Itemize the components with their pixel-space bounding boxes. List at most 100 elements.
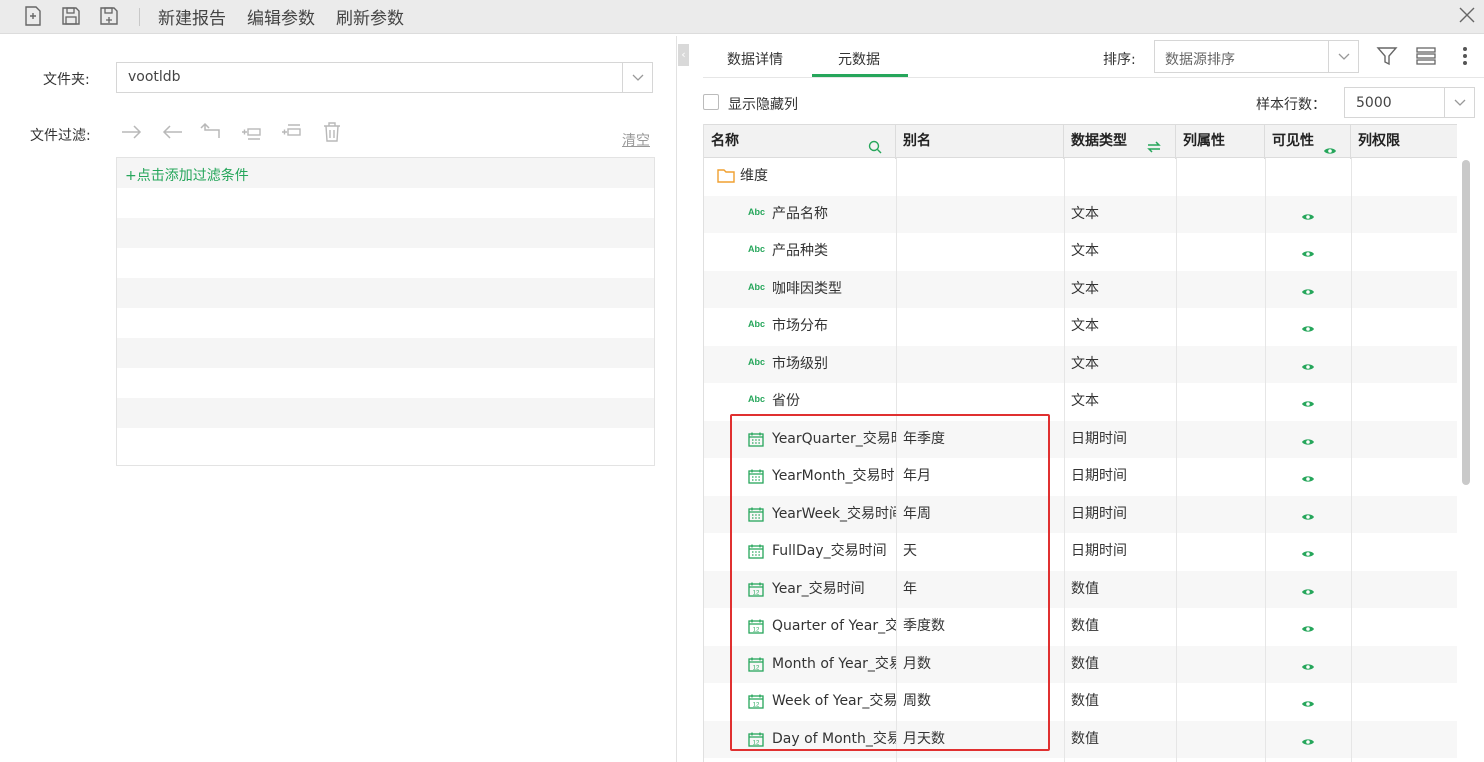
eye-icon[interactable]	[1301, 360, 1315, 370]
table-row[interactable]: YearQuarter_交易时 年季度 日期时间	[704, 420, 1457, 459]
more-menu-icon[interactable]	[1458, 45, 1472, 67]
field-alias[interactable]	[903, 196, 1063, 234]
eye-icon[interactable]	[1301, 697, 1315, 707]
eye-icon[interactable]	[1301, 510, 1315, 520]
field-data-type[interactable]: 文本	[1071, 196, 1175, 234]
eye-icon[interactable]	[1301, 397, 1315, 407]
filter-funnel-icon[interactable]	[1376, 45, 1398, 67]
field-data-type[interactable]: 日期时间	[1071, 421, 1175, 459]
field-data-type[interactable]: 数值	[1071, 608, 1175, 646]
table-row[interactable]: FullDay_交易时间天日期时间	[704, 533, 1457, 571]
field-alias[interactable]	[903, 383, 1063, 421]
table-row[interactable]: Abc 产品名称 文本	[704, 195, 1457, 234]
eye-icon[interactable]	[1301, 660, 1315, 670]
table-row[interactable]: Abc 省份 文本	[704, 383, 1457, 421]
chevron-down-icon[interactable]	[1328, 41, 1358, 72]
eye-icon[interactable]	[1301, 622, 1315, 632]
eye-icon[interactable]	[1301, 735, 1315, 745]
filter-list[interactable]: +点击添加过滤条件	[116, 157, 655, 466]
insert-below-icon[interactable]	[280, 120, 304, 144]
field-alias[interactable]: 季度数	[903, 608, 1063, 646]
field-data-type[interactable]: 文本	[1071, 308, 1175, 346]
field-data-type[interactable]: 文本	[1071, 233, 1175, 271]
list-settings-icon[interactable]	[1415, 45, 1437, 67]
chevron-down-icon[interactable]	[622, 63, 652, 92]
field-data-type[interactable]: 数值	[1071, 571, 1175, 609]
field-alias[interactable]: 年周	[903, 496, 1063, 534]
eye-icon[interactable]	[1301, 547, 1315, 557]
collapse-panel-icon[interactable]: ‹	[678, 44, 689, 66]
edit-params-button[interactable]: 编辑参数	[247, 4, 315, 29]
table-row[interactable]: 12 Month of Year_交易 月数 数值	[704, 645, 1457, 684]
header-visibility[interactable]: 可见性	[1265, 125, 1351, 159]
field-alias[interactable]: 天	[903, 533, 1063, 571]
field-data-type[interactable]: 数值	[1071, 646, 1175, 684]
table-row[interactable]: Abc 市场分布 文本	[704, 308, 1457, 346]
table-row[interactable]: 12 Week of Year_交易 周数 数值	[704, 683, 1457, 721]
field-data-type[interactable]: 文本	[1071, 271, 1175, 309]
refresh-params-button[interactable]: 刷新参数	[336, 4, 404, 29]
eye-icon[interactable]	[1301, 247, 1315, 257]
table-row[interactable]: Abc 咖啡因类型 文本	[704, 270, 1457, 309]
tab-metadata[interactable]: 元数据	[838, 49, 880, 69]
table-row[interactable]: 12 Year_交易时间 年数值	[704, 570, 1457, 609]
eye-icon[interactable]	[1301, 210, 1315, 220]
vertical-scrollbar-thumb[interactable]	[1462, 160, 1470, 485]
eye-icon[interactable]	[1301, 472, 1315, 482]
table-row[interactable]: Abc 市场级别 文本	[704, 345, 1457, 384]
field-data-type[interactable]: 数值	[1071, 683, 1175, 721]
chevron-down-icon[interactable]	[1444, 88, 1474, 117]
field-alias[interactable]	[903, 271, 1063, 309]
delete-icon[interactable]	[320, 120, 344, 144]
header-column-permission[interactable]: 列权限	[1351, 125, 1457, 159]
header-name[interactable]: 名称	[704, 125, 896, 159]
header-alias[interactable]: 别名	[896, 125, 1064, 159]
header-column-attribute[interactable]: 列属性	[1176, 125, 1265, 159]
table-row[interactable]: YearWeek_交易时间 年周 日期时间	[704, 495, 1457, 534]
eye-icon[interactable]	[1301, 435, 1315, 445]
arrow-left-icon[interactable]	[160, 120, 184, 144]
header-data-type[interactable]: 数据类型	[1064, 125, 1176, 159]
field-alias[interactable]: 年	[903, 571, 1063, 609]
field-alias[interactable]: 年月	[903, 458, 1063, 496]
field-alias[interactable]: 周数	[903, 683, 1063, 721]
table-row[interactable]: 12 Quarter of Year_交易季度数数值	[704, 608, 1457, 646]
sample-rows-select[interactable]: 5000	[1344, 87, 1475, 118]
eye-icon[interactable]	[1301, 285, 1315, 295]
field-alias[interactable]	[903, 346, 1063, 384]
arrow-right-icon[interactable]	[120, 120, 144, 144]
sort-select[interactable]: 数据源排序	[1154, 40, 1359, 73]
search-icon[interactable]	[868, 134, 882, 154]
tab-data-details[interactable]: 数据详情	[727, 49, 783, 69]
field-alias[interactable]: 年季度	[903, 421, 1063, 459]
field-alias[interactable]: 月数	[903, 646, 1063, 684]
eye-icon[interactable]	[1323, 136, 1337, 154]
field-data-type[interactable]: 文本	[1071, 346, 1175, 384]
table-row[interactable]: YearMonth_交易时 年月 日期时间	[704, 458, 1457, 496]
save-as-icon[interactable]	[98, 5, 120, 27]
clear-link[interactable]: 清空	[622, 130, 650, 150]
eye-icon[interactable]	[1301, 585, 1315, 595]
field-alias[interactable]	[903, 308, 1063, 346]
insert-above-icon[interactable]	[240, 120, 264, 144]
new-document-icon[interactable]	[22, 5, 44, 27]
show-hidden-checkbox[interactable]	[703, 94, 719, 110]
save-icon[interactable]	[60, 5, 82, 27]
folder-row[interactable]: 维度	[704, 158, 1457, 196]
field-data-type[interactable]: 文本	[1071, 383, 1175, 421]
folder-select[interactable]: vootldb	[116, 62, 653, 93]
new-report-button[interactable]: 新建报告	[158, 4, 226, 29]
field-data-type[interactable]: 日期时间	[1071, 496, 1175, 534]
table-row[interactable]: 12 Day of Month_交易 月天数 数值	[704, 720, 1457, 759]
table-row[interactable]: Abc 产品种类 文本	[704, 233, 1457, 271]
swap-icon[interactable]	[1146, 134, 1162, 153]
field-alias[interactable]: 月天数	[903, 721, 1063, 759]
return-arrow-icon[interactable]	[200, 120, 224, 144]
close-icon[interactable]	[1456, 4, 1478, 26]
field-alias[interactable]	[903, 233, 1063, 271]
add-filter-condition-link[interactable]: +点击添加过滤条件	[125, 165, 249, 185]
eye-icon[interactable]	[1301, 322, 1315, 332]
field-data-type[interactable]: 日期时间	[1071, 458, 1175, 496]
field-data-type[interactable]: 数值	[1071, 721, 1175, 759]
field-data-type[interactable]: 日期时间	[1071, 533, 1175, 571]
